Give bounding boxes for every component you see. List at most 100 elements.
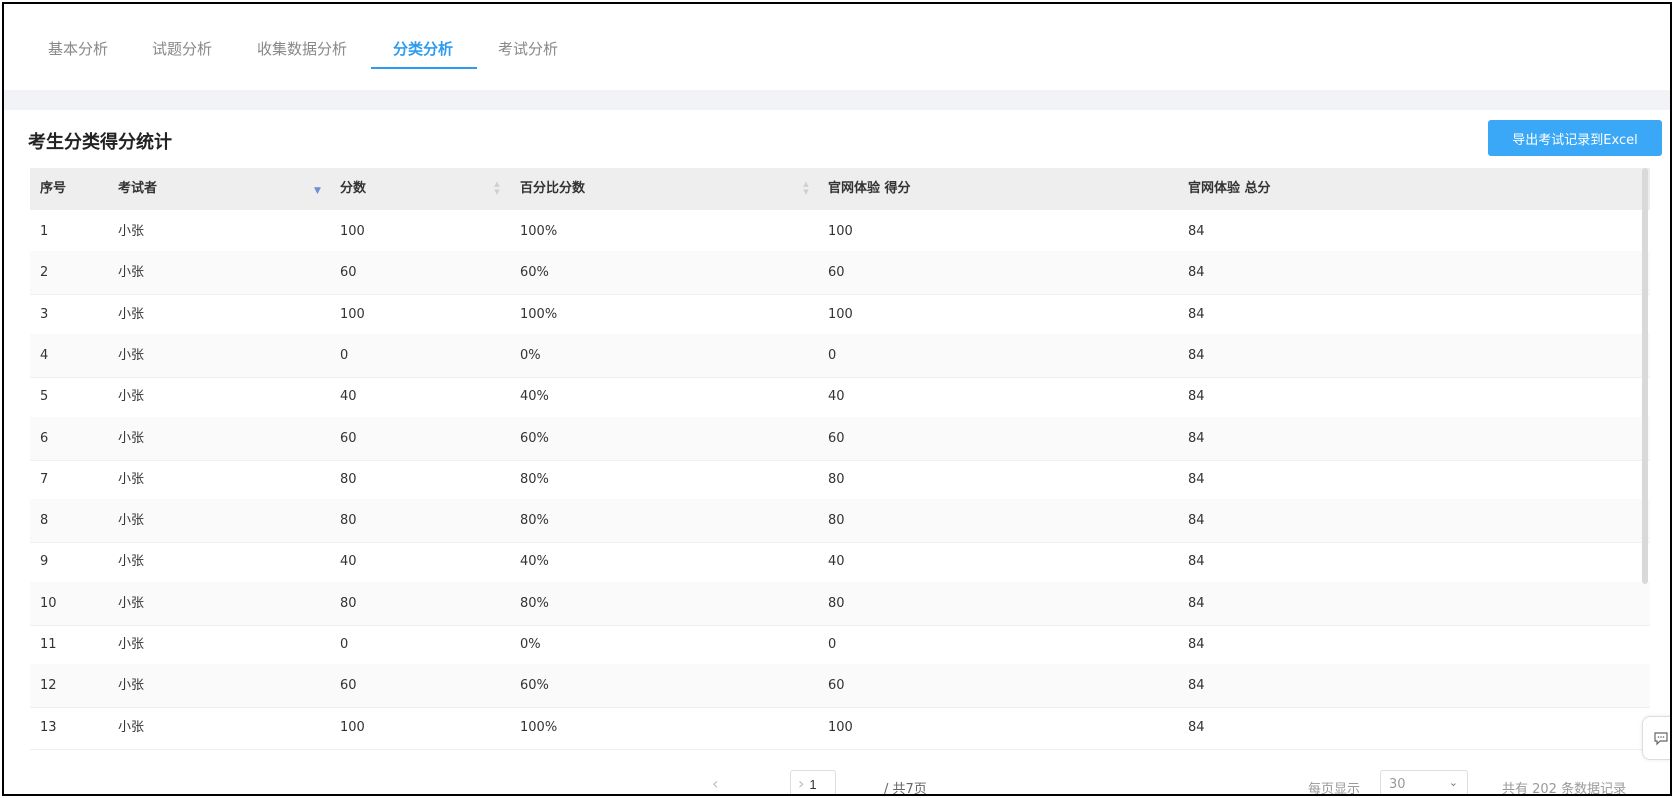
per-page-select[interactable]: 30 ⌄ bbox=[1380, 770, 1468, 794]
table-row: 5 小张 40 40% 40 84 bbox=[30, 375, 1650, 420]
column-header-examinee[interactable]: 考试者 bbox=[118, 168, 157, 210]
table-cell: 6 bbox=[40, 430, 49, 446]
per-page-value: 30 bbox=[1389, 777, 1406, 792]
table-cell: 小张 bbox=[118, 719, 145, 735]
table-cell: 10 bbox=[40, 595, 57, 611]
table-cell: 80 bbox=[828, 595, 845, 611]
table-cell: 84 bbox=[1188, 678, 1205, 694]
table-cell: 小张 bbox=[118, 595, 145, 611]
table-cell: 0% bbox=[520, 347, 541, 363]
vertical-scrollbar[interactable] bbox=[1642, 168, 1648, 584]
table-cell: 100% bbox=[520, 719, 558, 735]
table-cell: 100 bbox=[340, 719, 365, 735]
column-header-score[interactable]: 分数 bbox=[340, 168, 366, 210]
chevron-left-icon[interactable]: ‹ bbox=[712, 774, 718, 793]
tab-exam-analysis[interactable]: 考试分析 bbox=[498, 38, 558, 59]
table-cell: 40% bbox=[520, 389, 549, 405]
table-cell: 80 bbox=[828, 513, 845, 529]
table-cell: 84 bbox=[1188, 513, 1205, 529]
table-cell: 60% bbox=[520, 678, 549, 694]
table-cell: 84 bbox=[1188, 224, 1205, 239]
table-cell: 80 bbox=[340, 513, 357, 529]
table-cell: 12 bbox=[40, 678, 57, 694]
column-header-category-score: 官网体验 得分 bbox=[828, 181, 911, 196]
table-cell: 小张 bbox=[118, 347, 145, 363]
table-cell: 3 bbox=[40, 306, 49, 322]
active-tab-indicator bbox=[371, 67, 477, 69]
table-cell: 84 bbox=[1188, 471, 1205, 487]
table-cell: 60% bbox=[520, 430, 549, 446]
panel-title: 考生分类得分统计 bbox=[28, 132, 172, 153]
table-cell: 13 bbox=[40, 719, 57, 735]
table-cell: 7 bbox=[40, 471, 49, 487]
table-row: 8 小张 80 80% 80 84 bbox=[30, 499, 1650, 544]
table-cell: 60 bbox=[828, 430, 845, 446]
table-row: 2 小张 60 60% 60 84 bbox=[30, 251, 1650, 296]
tab-category-analysis[interactable]: 分类分析 bbox=[393, 38, 453, 59]
table-cell: 80% bbox=[520, 595, 549, 611]
table-cell: 60 bbox=[828, 265, 845, 281]
table-row: 1 小张 100 100% 100 84 bbox=[30, 210, 1650, 254]
table-cell: 0 bbox=[828, 637, 837, 652]
table-cell: 60 bbox=[828, 678, 845, 694]
table-header: 序号 考试者 ▼ 分数 ▲ ▼ 百分比分数 ▲ ▼ 官网体验 得分 官网体验 总分 bbox=[30, 168, 1650, 210]
table-cell: 0 bbox=[340, 637, 349, 652]
table-cell: 40% bbox=[520, 554, 549, 570]
table-cell: 2 bbox=[40, 265, 49, 281]
table-cell: 40 bbox=[828, 389, 845, 405]
page-number-input[interactable] bbox=[790, 770, 836, 794]
table-cell: 100 bbox=[828, 719, 853, 735]
table-cell: 小张 bbox=[118, 678, 145, 694]
sort-icon[interactable]: ▲ ▼ bbox=[493, 180, 501, 198]
column-header-percent-score[interactable]: 百分比分数 bbox=[520, 168, 585, 210]
table-cell: 小张 bbox=[118, 554, 145, 570]
chevron-right-icon[interactable]: › bbox=[798, 774, 804, 793]
feedback-float-button[interactable] bbox=[1642, 716, 1670, 760]
table-cell: 9 bbox=[40, 554, 49, 570]
table-cell: 84 bbox=[1188, 306, 1205, 322]
table-cell: 0 bbox=[828, 347, 837, 363]
sort-icon[interactable]: ▲ ▼ bbox=[802, 180, 810, 198]
table-cell: 0% bbox=[520, 637, 541, 652]
section-divider bbox=[4, 90, 1670, 110]
pagination: ‹ › / 共7页 每页显示 30 ⌄ 共有 202 条数据记录 bbox=[4, 762, 1670, 796]
table-cell: 80 bbox=[828, 471, 845, 487]
tab-question-analysis[interactable]: 试题分析 bbox=[152, 38, 212, 59]
table-cell: 40 bbox=[340, 389, 357, 405]
table-cell: 11 bbox=[40, 637, 57, 652]
table-cell: 84 bbox=[1188, 719, 1205, 735]
app-window: 基本分析 试题分析 收集数据分析 分类分析 考试分析 考生分类得分统计 导出考试… bbox=[2, 2, 1672, 796]
table-row: 12 小张 60 60% 60 84 bbox=[30, 664, 1650, 709]
export-excel-button[interactable]: 导出考试记录到Excel bbox=[1488, 120, 1662, 156]
table-row: 13 小张 100 100% 100 84 bbox=[30, 706, 1650, 750]
table-cell: 小张 bbox=[118, 637, 145, 652]
table-cell: 100 bbox=[340, 224, 365, 239]
sort-desc-icon[interactable]: ▼ bbox=[314, 186, 321, 196]
column-header-category-total: 官网体验 总分 bbox=[1188, 181, 1271, 196]
total-pages-text: / 共7页 bbox=[884, 782, 927, 796]
total-records-text: 共有 202 条数据记录 bbox=[1502, 782, 1627, 796]
tab-collected-data-analysis[interactable]: 收集数据分析 bbox=[257, 38, 347, 59]
table-cell: 100 bbox=[340, 306, 365, 322]
table-cell: 40 bbox=[828, 554, 845, 570]
per-page-label: 每页显示 bbox=[1308, 782, 1361, 796]
table-cell: 60 bbox=[340, 430, 357, 446]
table-cell: 84 bbox=[1188, 554, 1205, 570]
table-cell: 小张 bbox=[118, 430, 145, 446]
table-cell: 小张 bbox=[118, 389, 145, 405]
table-cell: 8 bbox=[40, 513, 49, 529]
table-row: 11 小张 0 0% 0 84 bbox=[30, 623, 1650, 667]
table-row: 3 小张 100 100% 100 84 bbox=[30, 293, 1650, 337]
analysis-tabs: 基本分析 试题分析 收集数据分析 分类分析 考试分析 bbox=[4, 4, 1670, 90]
chevron-down-icon: ⌄ bbox=[1448, 776, 1458, 789]
table-cell: 0 bbox=[340, 347, 349, 363]
table-cell: 84 bbox=[1188, 265, 1205, 281]
table-cell: 100% bbox=[520, 224, 558, 239]
column-header-index: 序号 bbox=[40, 181, 67, 196]
score-table: 序号 考试者 ▼ 分数 ▲ ▼ 百分比分数 ▲ ▼ 官网体验 得分 官网体验 总分 … bbox=[30, 168, 1650, 760]
table-row: 7 小张 80 80% 80 84 bbox=[30, 458, 1650, 502]
table-cell: 84 bbox=[1188, 347, 1205, 363]
table-cell: 84 bbox=[1188, 430, 1205, 446]
table-cell: 小张 bbox=[118, 471, 145, 487]
tab-basic-analysis[interactable]: 基本分析 bbox=[48, 38, 108, 59]
